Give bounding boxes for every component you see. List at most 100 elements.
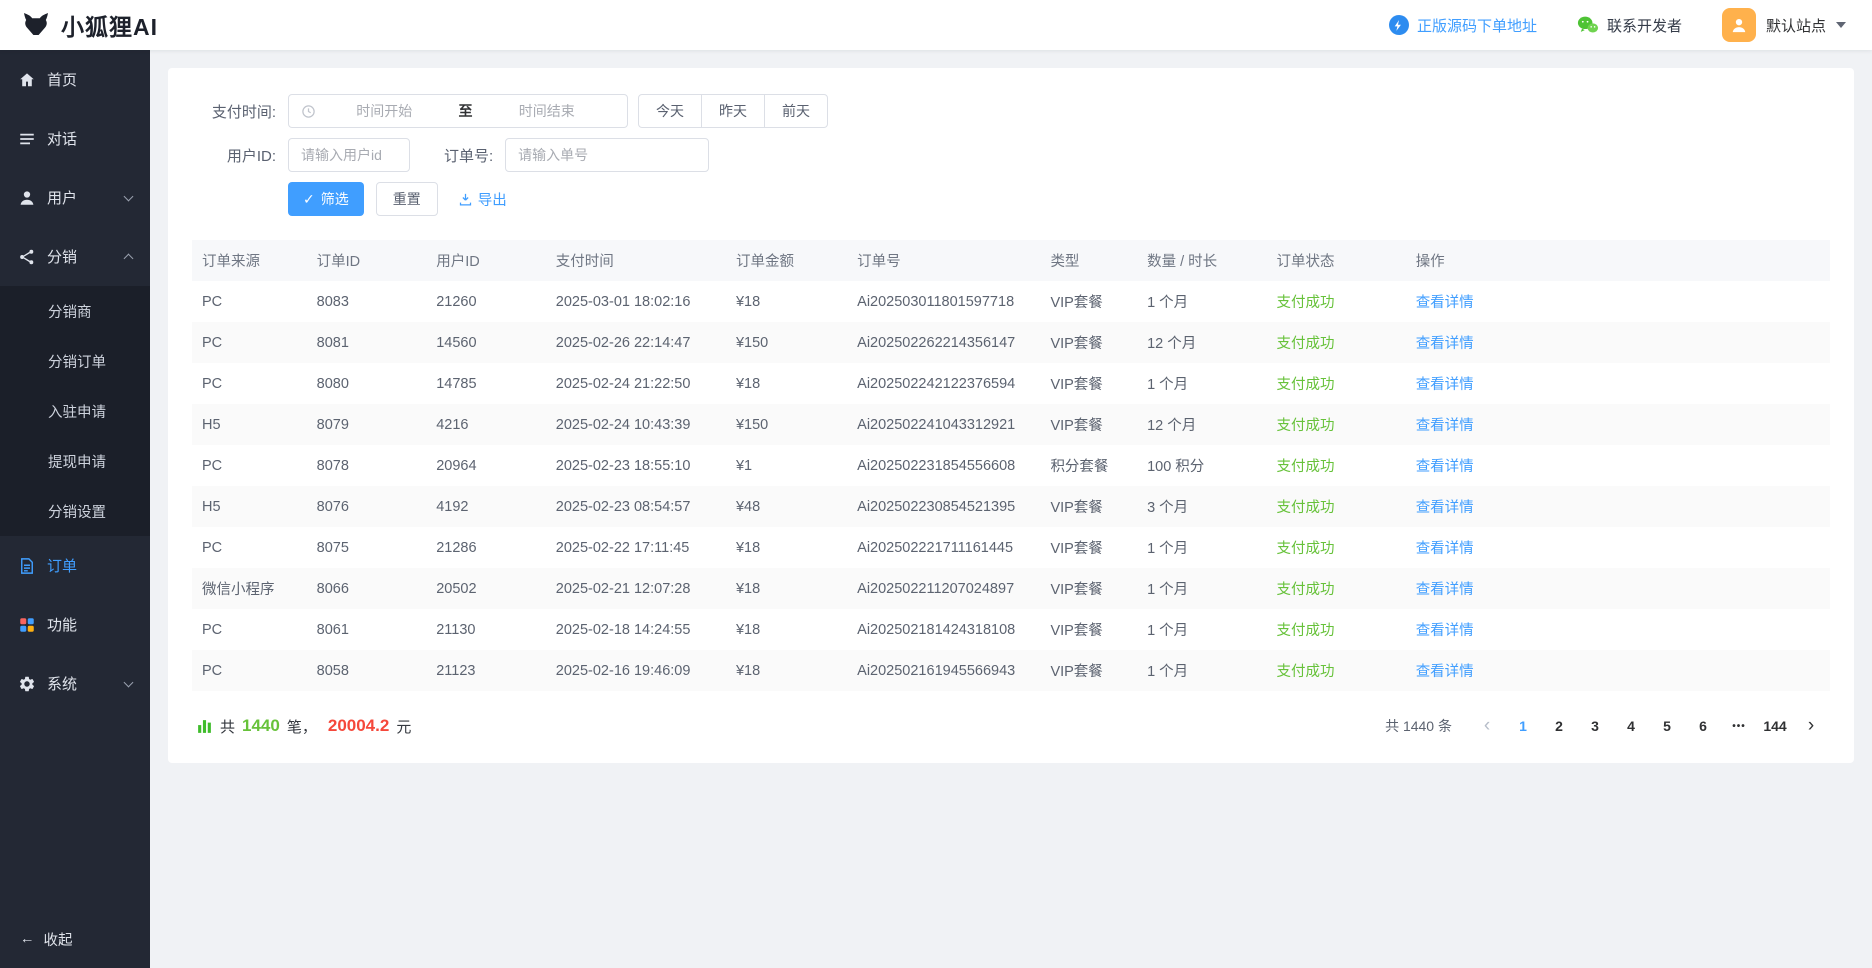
sidebar-item-chat[interactable]: 对话 [0, 109, 150, 168]
cell-quantity: 3 个月 [1137, 486, 1266, 527]
page-button[interactable]: 3 [1580, 711, 1610, 741]
cell-type: VIP套餐 [1040, 609, 1137, 650]
check-icon: ✓ [303, 191, 315, 208]
page-button[interactable]: 2 [1544, 711, 1574, 741]
table-body: PC 8083 21260 2025-03-01 18:02:16 ¥18 Ai… [192, 281, 1830, 691]
brand-name: 小狐狸AI [61, 8, 158, 42]
sidebar-item-label: 系统 [47, 673, 114, 694]
cell-user-id: 20964 [426, 445, 546, 486]
sidebar-subitem[interactable]: 分销订单 [0, 336, 150, 386]
view-detail-link[interactable]: 查看详情 [1416, 377, 1474, 393]
cell-action: 查看详情 [1406, 609, 1830, 650]
cell-quantity: 1 个月 [1137, 609, 1266, 650]
user-id-input[interactable] [288, 138, 410, 172]
cell-quantity: 12 个月 [1137, 322, 1266, 363]
cell-status: 支付成功 [1266, 486, 1405, 527]
sidebar-item-orders[interactable]: 订单 [0, 536, 150, 595]
col-order-no: 订单号 [847, 240, 1040, 281]
sidebar-item-label: 功能 [47, 614, 132, 635]
sidebar-subitem[interactable]: 分销设置 [0, 486, 150, 536]
cell-order-no: Ai202503011801597718 [847, 281, 1040, 322]
view-detail-link[interactable]: 查看详情 [1416, 459, 1474, 475]
sidebar-item-system[interactable]: 系统 [0, 654, 150, 713]
sidebar-item-distribution[interactable]: 分销 [0, 227, 150, 286]
summary-count: 1440 [242, 716, 280, 736]
site-switcher[interactable]: 默认站点 [1722, 8, 1846, 42]
download-icon [458, 192, 473, 207]
sidebar-item-features[interactable]: 功能 [0, 595, 150, 654]
cell-pay-time: 2025-03-01 18:02:16 [546, 281, 726, 322]
contact-developer-link[interactable]: 联系开发者 [1577, 15, 1682, 36]
cell-type: VIP套餐 [1040, 568, 1137, 609]
cell-order-source: 微信小程序 [192, 568, 307, 609]
avatar [1722, 8, 1756, 42]
content-wrapper: 首页 对话 用户 [0, 50, 1872, 968]
time-end-placeholder[interactable]: 时间结束 [479, 101, 616, 121]
cell-type: VIP套餐 [1040, 650, 1137, 691]
day-before-button[interactable]: 前天 [764, 94, 828, 128]
sidebar-collapse-button[interactable]: ← 收起 [0, 910, 150, 968]
yesterday-button[interactable]: 昨天 [701, 94, 765, 128]
status-text: 支付成功 [1276, 500, 1334, 516]
table-row: H5 8079 4216 2025-02-24 10:43:39 ¥150 Ai… [192, 404, 1830, 445]
sidebar-item-home[interactable]: 首页 [0, 50, 150, 109]
cell-order-id: 8058 [307, 650, 427, 691]
topbar: 小狐狸AI 正版源码下单地址 联系开发者 默认站点 [0, 0, 1872, 50]
table-row: PC 8061 21130 2025-02-18 14:24:55 ¥18 Ai… [192, 609, 1830, 650]
table-row: PC 8081 14560 2025-02-26 22:14:47 ¥150 A… [192, 322, 1830, 363]
cell-order-no: Ai202502211207024897 [847, 568, 1040, 609]
view-detail-link[interactable]: 查看详情 [1416, 664, 1474, 680]
cell-user-id: 20502 [426, 568, 546, 609]
view-detail-link[interactable]: 查看详情 [1416, 582, 1474, 598]
cell-status: 支付成功 [1266, 445, 1405, 486]
table-row: H5 8076 4192 2025-02-23 08:54:57 ¥48 Ai2… [192, 486, 1830, 527]
page-button[interactable]: 6 [1688, 711, 1718, 741]
export-button[interactable]: 导出 [458, 189, 507, 210]
more-pages-button[interactable]: ••• [1724, 711, 1754, 741]
cell-action: 查看详情 [1406, 568, 1830, 609]
filter-button[interactable]: ✓ 筛选 [288, 182, 364, 216]
view-detail-link[interactable]: 查看详情 [1416, 541, 1474, 557]
sidebar-item-user[interactable]: 用户 [0, 168, 150, 227]
view-detail-link[interactable]: 查看详情 [1416, 336, 1474, 352]
order-no-input[interactable] [505, 138, 709, 172]
view-detail-link[interactable]: 查看详情 [1416, 418, 1474, 434]
sidebar-subitem[interactable]: 提现申请 [0, 436, 150, 486]
status-text: 支付成功 [1276, 623, 1334, 639]
sidebar-subitem[interactable]: 分销商 [0, 286, 150, 336]
bolt-icon [1389, 15, 1409, 35]
date-range-picker[interactable]: 时间开始 至 时间结束 [288, 94, 628, 128]
filter-actions: ✓ 筛选 重置 导出 [192, 182, 1830, 216]
prev-page-button[interactable]: ‹ [1472, 711, 1502, 741]
source-code-link[interactable]: 正版源码下单地址 [1389, 15, 1537, 36]
cell-pay-time: 2025-02-21 12:07:28 [546, 568, 726, 609]
cell-status: 支付成功 [1266, 650, 1405, 691]
cell-amount: ¥18 [726, 568, 847, 609]
cell-pay-time: 2025-02-18 14:24:55 [546, 609, 726, 650]
range-separator: 至 [453, 101, 479, 121]
next-page-button[interactable]: › [1796, 711, 1826, 741]
filter-row-ids: 用户ID: 订单号: [192, 138, 1830, 172]
sidebar-subitem[interactable]: 入驻申请 [0, 386, 150, 436]
cell-order-source: H5 [192, 486, 307, 527]
page-button[interactable]: 1 [1508, 711, 1538, 741]
page-button[interactable]: 144 [1760, 711, 1790, 741]
cell-action: 查看详情 [1406, 281, 1830, 322]
reset-button[interactable]: 重置 [376, 182, 438, 216]
sidebar: 首页 对话 用户 [0, 50, 150, 968]
status-text: 支付成功 [1276, 336, 1334, 352]
pagination-total: 共 1440 条 [1385, 716, 1452, 736]
cell-amount: ¥18 [726, 363, 847, 404]
today-button[interactable]: 今天 [638, 94, 702, 128]
cell-user-id: 14560 [426, 322, 546, 363]
page-button[interactable]: 5 [1652, 711, 1682, 741]
view-detail-link[interactable]: 查看详情 [1416, 623, 1474, 639]
cell-status: 支付成功 [1266, 527, 1405, 568]
time-start-placeholder[interactable]: 时间开始 [316, 101, 453, 121]
page-button[interactable]: 4 [1616, 711, 1646, 741]
col-order-id: 订单ID [307, 240, 427, 281]
status-text: 支付成功 [1276, 295, 1334, 311]
view-detail-link[interactable]: 查看详情 [1416, 295, 1474, 311]
status-text: 支付成功 [1276, 664, 1334, 680]
view-detail-link[interactable]: 查看详情 [1416, 500, 1474, 516]
